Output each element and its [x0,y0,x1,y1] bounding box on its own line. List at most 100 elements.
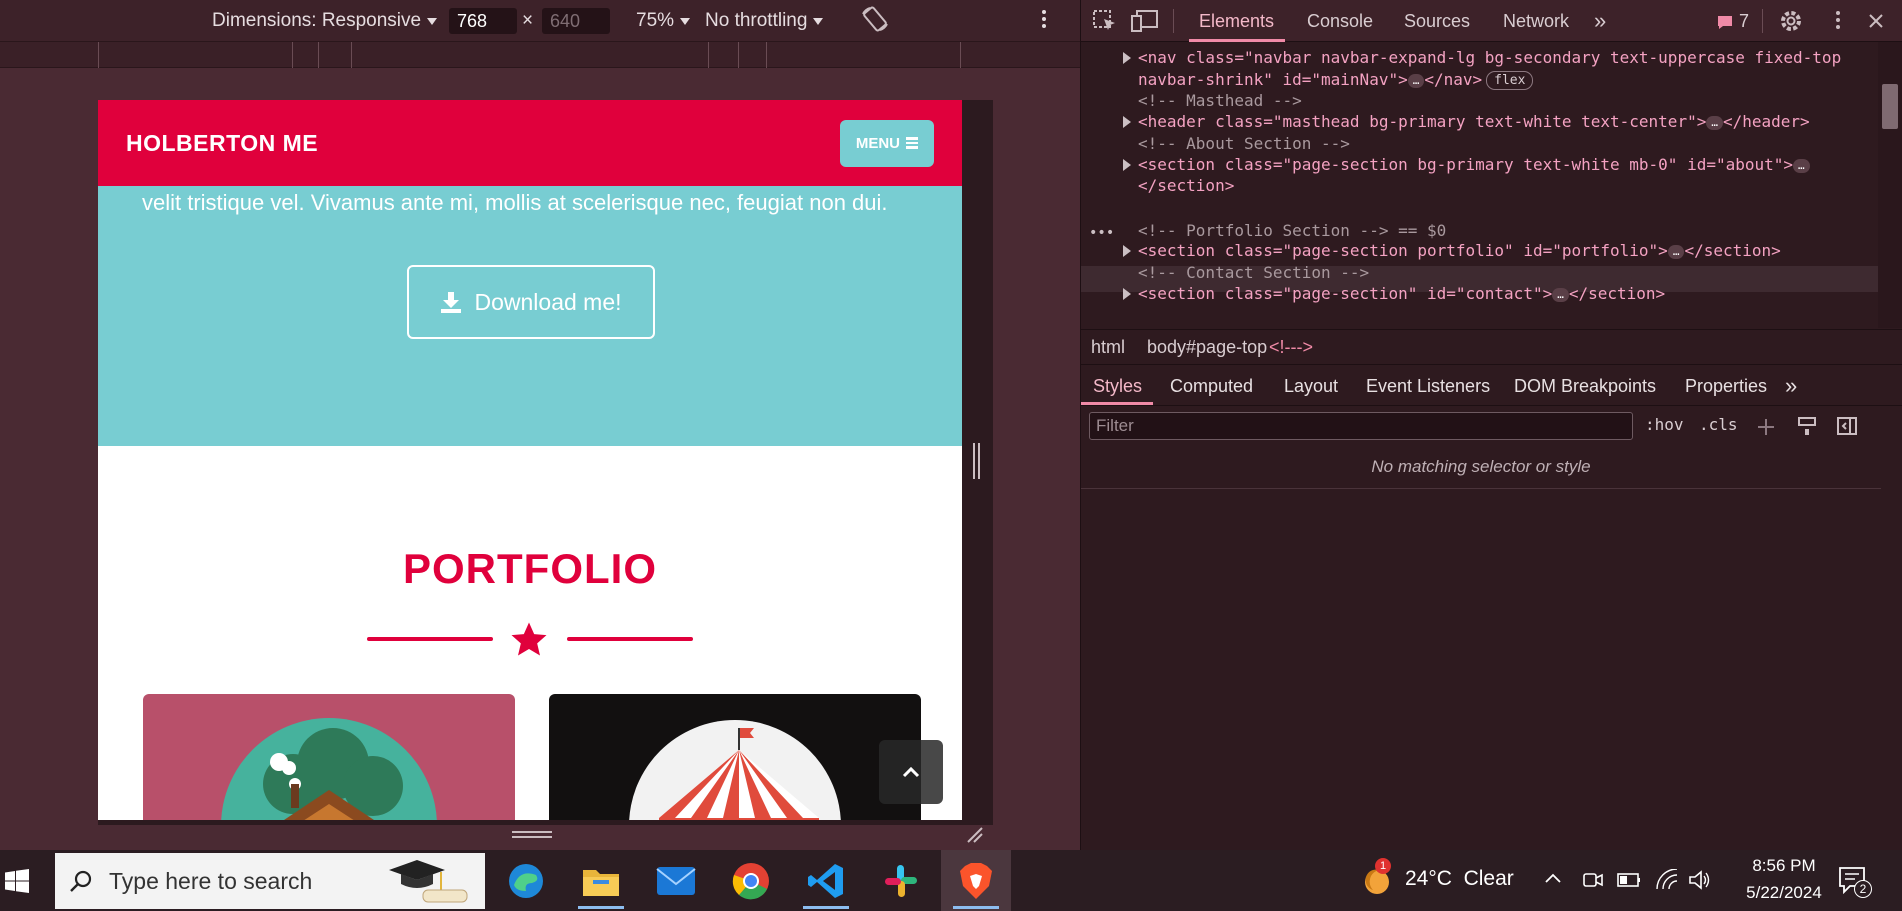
breadcrumb-body[interactable]: body#page-top [1147,337,1267,358]
tab-computed[interactable]: Computed [1170,376,1253,397]
site-brand[interactable]: HOLBERTON ME [126,130,318,157]
tab-styles[interactable]: Styles [1093,376,1142,397]
hamburger-icon [906,137,918,149]
breadcrumb-comment[interactable]: <!---> [1269,337,1313,358]
clock-time[interactable]: 8:56 PM [1738,856,1830,876]
filter-input[interactable]: Filter [1089,412,1633,440]
class-toggle[interactable]: .cls [1699,415,1738,434]
menu-label: MENU [855,134,900,152]
message-icon [1718,15,1732,29]
dom-node-about-close[interactable]: </section> [1138,175,1234,197]
close-icon[interactable] [1868,13,1884,29]
device-toolbar-toggle-icon[interactable] [1131,10,1159,32]
tab-layout[interactable]: Layout [1284,376,1338,397]
expand-arrow-icon[interactable] [1123,116,1131,128]
cabin-illustration [221,718,437,820]
portfolio-card-circus[interactable] [549,694,921,820]
meet-now-icon[interactable] [1583,869,1603,891]
zoom-dropdown[interactable]: 75% [636,9,691,33]
dimensions-dropdown[interactable]: Dimensions: Responsive [212,9,438,33]
clock-date[interactable]: 5/22/2024 [1728,883,1840,903]
expand-arrow-icon[interactable] [1123,288,1131,300]
node-actions-icon[interactable]: ••• [1089,225,1114,241]
height-input[interactable]: 640 [542,8,610,34]
portfolio-card-cabin[interactable] [143,694,515,820]
weather-text[interactable]: 24°C Clear [1405,867,1514,891]
dom-node-portfolio[interactable]: <section class="page-section portfolio" … [1138,240,1781,262]
resize-handle-horizontal[interactable] [973,443,981,479]
more-tabs-icon[interactable]: » [1785,373,1797,399]
tab-dom-breakpoints[interactable]: DOM Breakpoints [1514,376,1656,397]
toggle-sidebar-icon[interactable] [1837,416,1857,436]
tab-properties[interactable]: Properties [1685,376,1767,397]
battery-icon[interactable] [1617,871,1641,889]
more-options-icon[interactable] [1042,10,1046,34]
volume-icon[interactable] [1688,869,1712,891]
collapsed-content-badge[interactable]: … [1706,115,1723,130]
collapsed-content-badge[interactable]: … [1667,244,1685,259]
vscode-icon[interactable] [791,850,861,911]
expand-arrow-icon[interactable] [1123,52,1131,64]
mail-icon[interactable] [641,850,711,911]
width-input[interactable]: 768 [449,8,517,34]
tab-console[interactable]: Console [1307,11,1373,32]
scroll-to-top-button[interactable] [879,740,943,804]
dom-comment-contact[interactable]: <!-- Contact Section --> [1138,262,1369,284]
settings-gear-icon[interactable] [1779,9,1803,33]
dom-node-nav-continued[interactable]: navbar-shrink" id="mainNav">… </nav> flex [1138,69,1534,91]
dom-node-header[interactable]: <header class="masthead bg-primary text-… [1138,111,1810,133]
dom-comment-masthead[interactable]: <!-- Masthead --> [1138,90,1302,112]
breadcrumb-html[interactable]: html [1091,337,1125,358]
menu-button[interactable]: MENU [839,119,934,167]
add-rule-icon[interactable] [1757,417,1777,437]
windows-start-icon[interactable] [5,869,29,893]
taskbar-search-box[interactable]: Type here to search [55,853,485,909]
styles-filter-row: Filter :hov .cls [1081,407,1902,447]
paint-roller-icon[interactable] [1797,416,1817,436]
flex-badge[interactable]: flex [1486,71,1534,90]
expand-arrow-icon[interactable] [1123,245,1131,257]
hover-state-toggle[interactable]: :hov [1645,415,1684,434]
rotate-icon[interactable] [860,6,890,32]
tab-event-listeners[interactable]: Event Listeners [1366,376,1490,397]
tab-elements[interactable]: Elements [1199,11,1274,32]
no-match-message: No matching selector or style [1371,457,1591,476]
chevron-up-icon[interactable] [1544,872,1562,884]
dom-comment-portfolio[interactable]: <!-- Portfolio Section --> == $0 [1138,220,1446,242]
dom-tree[interactable]: <nav class="navbar navbar-expand-lg bg-s… [1081,43,1881,328]
device-toolbar: Dimensions: Responsive 768 × 640 75% No … [0,0,1080,42]
throttling-dropdown[interactable]: No throttling [705,9,824,33]
edge-icon[interactable] [491,850,561,911]
wifi-icon[interactable] [1655,869,1679,891]
dom-comment-about[interactable]: <!-- About Section --> [1138,133,1350,155]
tab-network[interactable]: Network [1503,11,1569,32]
devtools-menu-icon[interactable] [1836,11,1840,29]
tab-sources[interactable]: Sources [1404,11,1470,32]
brave-icon[interactable] [941,850,1011,911]
weather-icon[interactable]: 1 [1357,858,1397,900]
emulated-viewport[interactable]: HOLBERTON ME MENU velit tristique vel. V… [98,100,962,820]
expand-arrow-icon[interactable] [1123,159,1131,171]
throttling-label: No throttling [705,10,808,31]
issues-counter[interactable]: 7 [1717,11,1749,32]
download-button[interactable]: Download me! [407,265,655,339]
collapsed-content-badge[interactable]: … [1793,158,1810,173]
site-navbar: HOLBERTON ME MENU [98,100,962,186]
active-tab-indicator [1189,39,1285,42]
chrome-icon[interactable] [716,850,786,911]
scrollbar-thumb[interactable] [1882,84,1898,129]
notifications-button[interactable]: 2 [1838,866,1872,899]
file-explorer-icon[interactable] [566,850,636,911]
dom-node-about[interactable]: <section class="page-section bg-primary … [1138,154,1810,176]
dom-node-contact[interactable]: <section class="page-section" id="contac… [1138,283,1665,305]
inspect-element-icon[interactable] [1093,10,1117,32]
download-label: Download me! [474,288,622,315]
collapsed-content-badge[interactable]: … [1552,287,1569,302]
dom-node-nav[interactable]: <nav class="navbar navbar-expand-lg bg-s… [1138,47,1841,69]
slack-icon[interactable] [866,850,936,911]
corner-resize-icon[interactable] [966,826,984,844]
resize-handle-vertical[interactable] [512,831,552,841]
collapsed-content-badge[interactable]: … [1407,73,1425,88]
more-tabs-icon[interactable]: » [1594,8,1606,34]
about-section: velit tristique vel. Vivamus ante mi, mo… [98,186,962,446]
